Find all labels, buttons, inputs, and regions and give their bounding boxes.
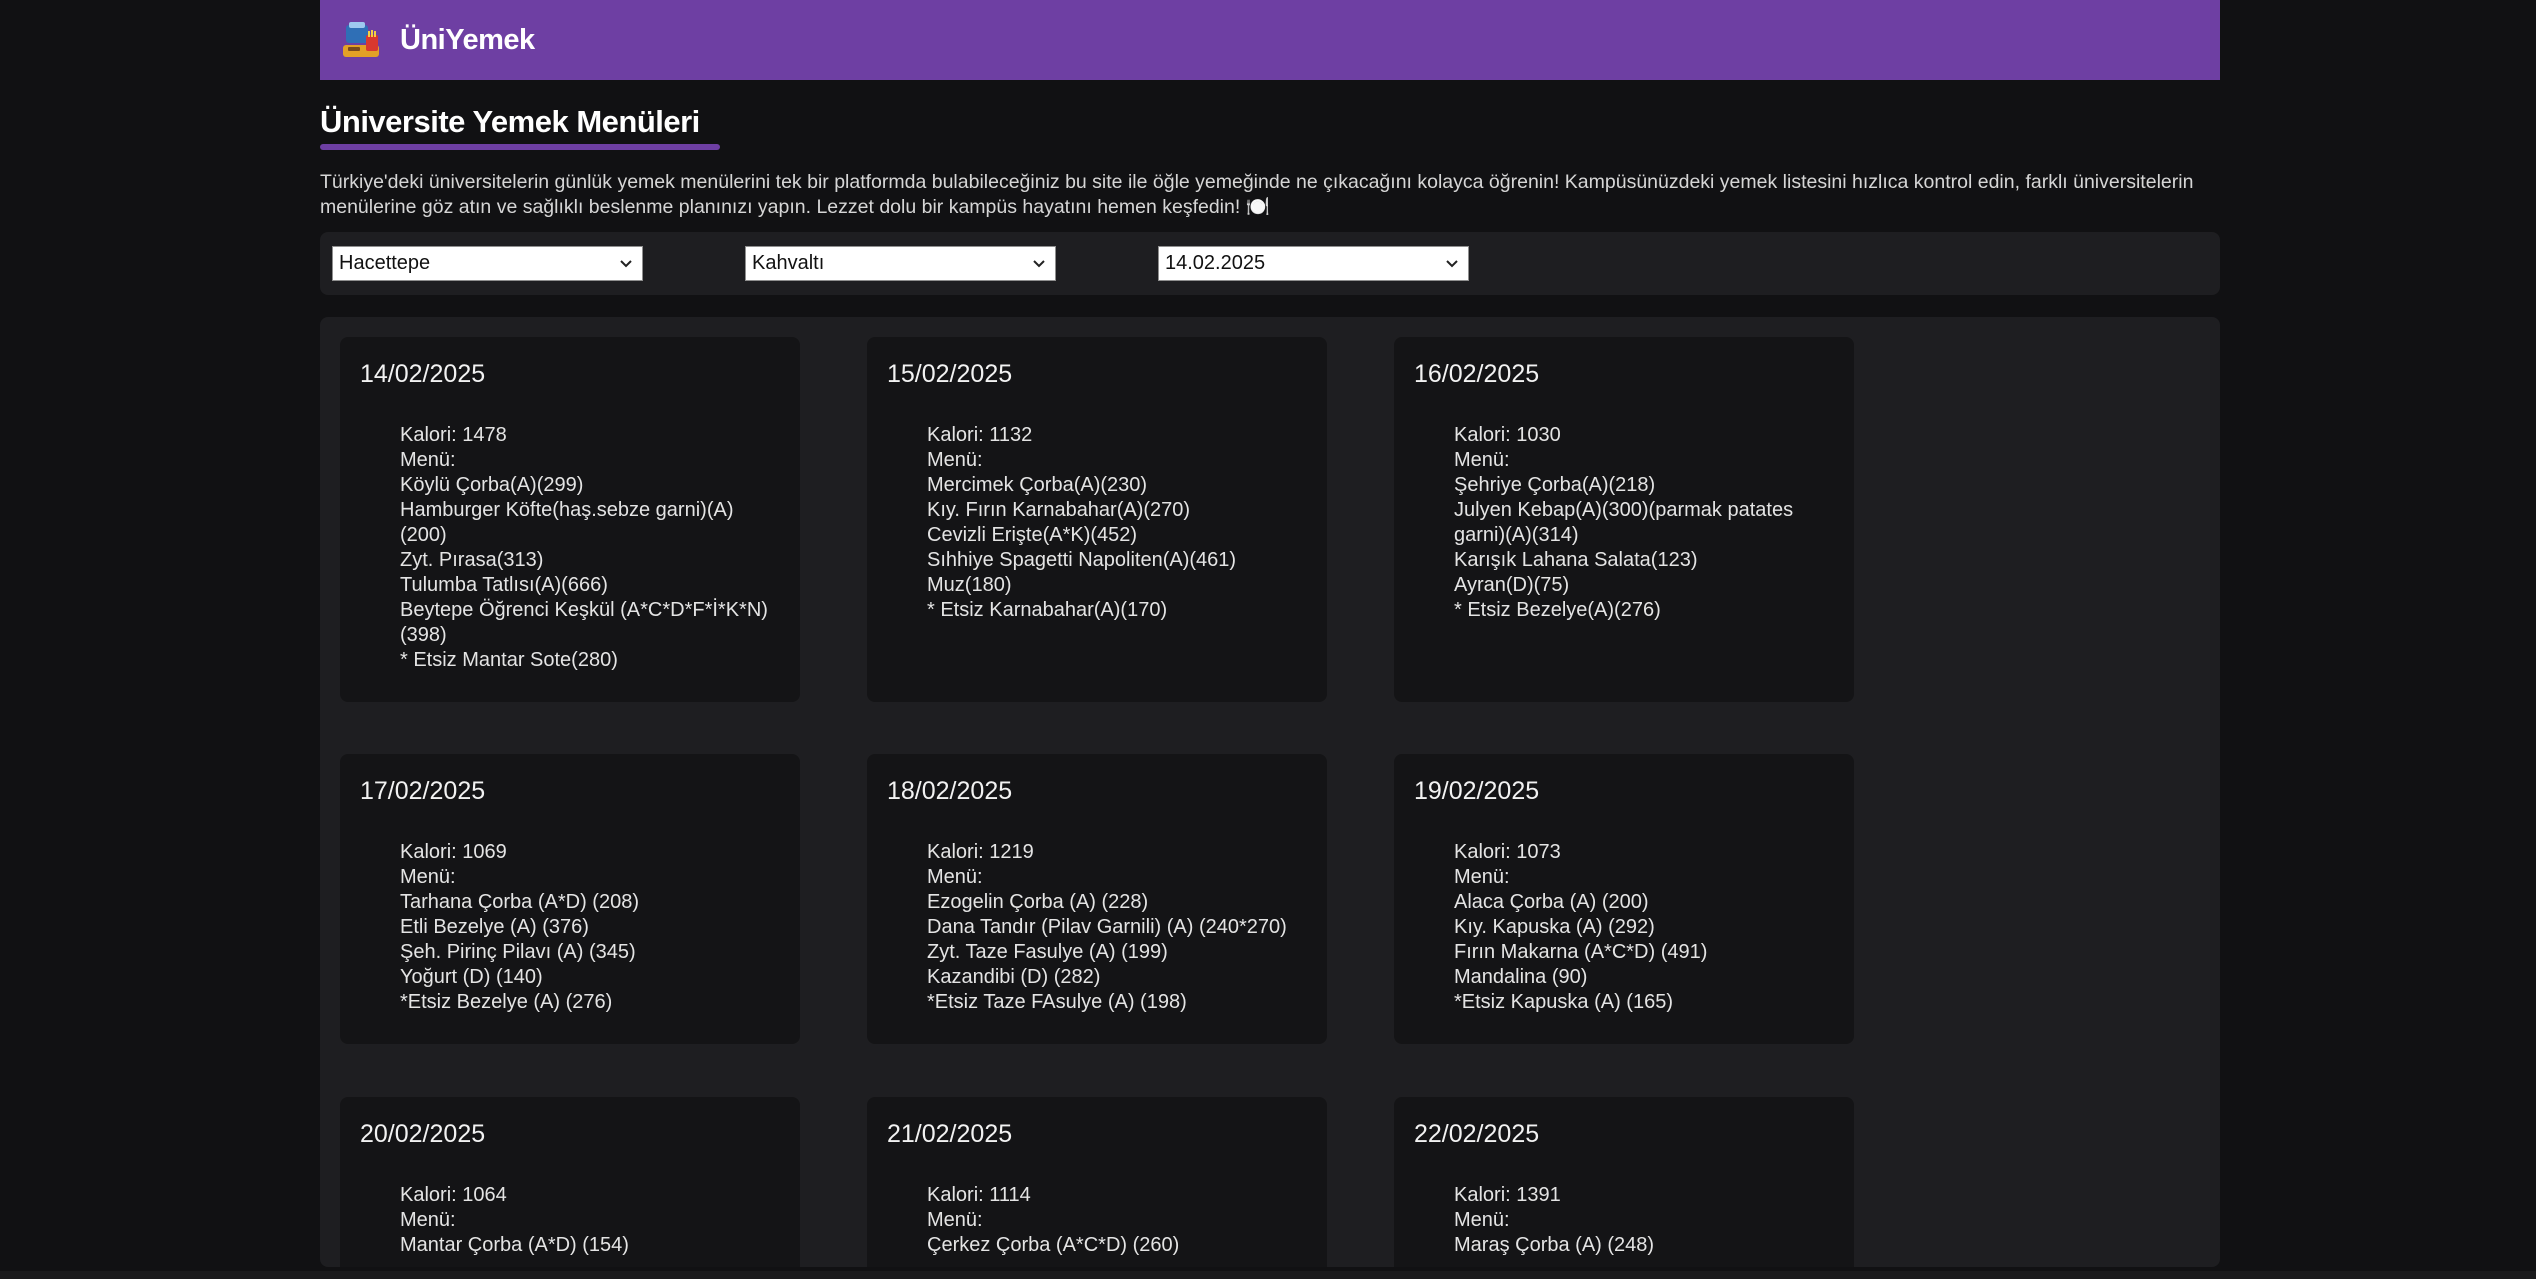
card-date: 21/02/2025	[887, 1120, 1013, 1149]
page-description: Türkiye'deki üniversitelerin günlük yeme…	[320, 171, 2194, 219]
menu-item: * Etsiz Mantar Sote(280)	[400, 649, 618, 672]
menu-card: 19/02/2025 Kalori: 1073 Menü: Alaca Çorb…	[1394, 754, 1854, 1045]
menu-item: Dana Tandır (Pilav Garnili) (A) (240*270…	[927, 916, 1287, 939]
card-calories: Kalori: 1064	[400, 1184, 507, 1207]
card-date: 14/02/2025	[360, 360, 486, 389]
bottom-edge	[0, 1271, 2536, 1279]
menu-item: *Etsiz Taze FAsulye (A) (198)	[927, 991, 1187, 1014]
university-select[interactable]: Hacettepe	[332, 246, 643, 282]
card-menu-label: Menü:	[1454, 449, 1510, 472]
menu-item: Kıy. Fırın Karnabahar(A)(270)	[927, 499, 1191, 522]
card-date: 17/02/2025	[360, 777, 486, 806]
menu-item: Ezogelin Çorba (A) (228)	[927, 891, 1149, 914]
card-body: Kalori: 1114 Menü: Çerkez Çorba (A*C*D) …	[927, 1183, 1307, 1258]
university-select-value: Hacettepe	[339, 252, 431, 275]
card-calories: Kalori: 1030	[1454, 424, 1561, 447]
card-menu-label: Menü:	[927, 1209, 983, 1232]
card-date: 16/02/2025	[1414, 360, 1540, 389]
date-select[interactable]: 14.02.2025	[1158, 246, 1469, 282]
card-body: Kalori: 1219 Menü: Ezogelin Çorba (A) (2…	[927, 840, 1307, 1015]
card-date: 19/02/2025	[1414, 777, 1540, 806]
chevron-down-icon	[1033, 260, 1045, 268]
menu-cards-panel: 14/02/2025 Kalori: 1478 Menü: Köylü Çorb…	[320, 317, 2220, 1268]
menu-item: Tulumba Tatlısı(A)(666)	[400, 574, 608, 597]
card-body: Kalori: 1132 Menü: Mercimek Çorba(A)(230…	[927, 423, 1307, 623]
menu-item: Ayran(D)(75)	[1454, 574, 1570, 597]
card-body: Kalori: 1073 Menü: Alaca Çorba (A) (200)…	[1454, 840, 1834, 1015]
menu-card: 15/02/2025 Kalori: 1132 Menü: Mercimek Ç…	[867, 337, 1327, 703]
menu-item: * Etsiz Bezelye(A)(276)	[1454, 599, 1661, 622]
card-body: Kalori: 1478 Menü: Köylü Çorba(A)(299) H…	[400, 423, 780, 673]
meal-select[interactable]: Kahvaltı	[745, 246, 1056, 282]
card-calories: Kalori: 1132	[927, 424, 1033, 447]
food-tray-icon[interactable]	[340, 19, 382, 61]
menu-item: Mandalina (90)	[1454, 966, 1588, 989]
menu-item: Köylü Çorba(A)(299)	[400, 474, 584, 497]
card-calories: Kalori: 1478	[400, 424, 507, 447]
menu-item: Hamburger Köfte(haş.sebze garni)(A)(200)	[400, 499, 734, 547]
card-menu-label: Menü:	[400, 866, 456, 889]
menu-item: * Etsiz Karnabahar(A)(170)	[927, 599, 1168, 622]
card-date: 20/02/2025	[360, 1120, 486, 1149]
card-body: Kalori: 1069 Menü: Tarhana Çorba (A*D) (…	[400, 840, 780, 1015]
menu-item: Maraş Çorba (A) (248)	[1454, 1234, 1655, 1257]
menu-item: Etli Bezelye (A) (376)	[400, 916, 589, 939]
menu-item: Sıhhiye Spagetti Napoliten(A)(461)	[927, 549, 1237, 572]
menu-item: Julyen Kebap(A)(300)(parmak patates garn…	[1454, 499, 1794, 547]
menu-card: 16/02/2025 Kalori: 1030 Menü: Şehriye Ço…	[1394, 337, 1854, 703]
menu-card: 17/02/2025 Kalori: 1069 Menü: Tarhana Ço…	[340, 754, 800, 1045]
menu-item: Beytepe Öğrenci Keşkül (A*C*D*F*İ*K*N) (…	[400, 599, 768, 647]
menu-item: Tarhana Çorba (A*D) (208)	[400, 891, 639, 914]
chevron-down-icon	[620, 260, 632, 268]
menu-item: *Etsiz Bezelye (A) (276)	[400, 991, 613, 1014]
menu-card: 14/02/2025 Kalori: 1478 Menü: Köylü Çorb…	[340, 337, 800, 703]
card-menu-label: Menü:	[400, 449, 456, 472]
menu-card: 21/02/2025 Kalori: 1114 Menü: Çerkez Çor…	[867, 1097, 1327, 1268]
card-calories: Kalori: 1069	[400, 841, 507, 864]
menu-item: Yoğurt (D) (140)	[400, 966, 543, 989]
menu-item: Alaca Çorba (A) (200)	[1454, 891, 1649, 914]
menu-item: Muz(180)	[927, 574, 1012, 597]
top-navbar: ÜniYemek	[320, 0, 2220, 80]
brand-name[interactable]: ÜniYemek	[400, 24, 535, 57]
filter-bar: Hacettepe Kahvaltı 14.02.2025	[320, 232, 2220, 296]
menu-card: 22/02/2025 Kalori: 1391 Menü: Maraş Çorb…	[1394, 1097, 1854, 1268]
menu-item: Kazandibi (D) (282)	[927, 966, 1101, 989]
card-menu-label: Menü:	[1454, 1209, 1510, 1232]
page-container: ÜniYemek Üniversite Yemek Menüleri Türki…	[320, 0, 2220, 1268]
card-body: Kalori: 1391 Menü: Maraş Çorba (A) (248)	[1454, 1183, 1834, 1258]
card-calories: Kalori: 1219	[927, 841, 1034, 864]
menu-item: Kıy. Kapuska (A) (292)	[1454, 916, 1655, 939]
date-select-value: 14.02.2025	[1165, 252, 1266, 275]
card-body: Kalori: 1030 Menü: Şehriye Çorba(A)(218)…	[1454, 423, 1834, 623]
card-date: 22/02/2025	[1414, 1120, 1540, 1149]
card-date: 15/02/2025	[887, 360, 1013, 389]
menu-item: Çerkez Çorba (A*C*D) (260)	[927, 1234, 1180, 1257]
title-underline	[320, 144, 720, 151]
card-menu-label: Menü:	[927, 449, 983, 472]
meal-select-value: Kahvaltı	[752, 252, 825, 275]
card-menu-label: Menü:	[927, 866, 983, 889]
page-title: Üniversite Yemek Menüleri	[320, 104, 700, 139]
menu-item: Mantar Çorba (A*D) (154)	[400, 1234, 629, 1257]
menu-item: Fırın Makarna (A*C*D) (491)	[1454, 941, 1708, 964]
card-calories: Kalori: 1391	[1454, 1184, 1561, 1207]
menu-item: Zyt. Taze Fasulye (A) (199)	[927, 941, 1168, 964]
menu-card: 18/02/2025 Kalori: 1219 Menü: Ezogelin Ç…	[867, 754, 1327, 1045]
chevron-down-icon	[1446, 260, 1458, 268]
menu-item: Şehriye Çorba(A)(218)	[1454, 474, 1656, 497]
card-date: 18/02/2025	[887, 777, 1013, 806]
menu-item: Cevizli Erişte(A*K)(452)	[927, 524, 1138, 547]
menu-card: 20/02/2025 Kalori: 1064 Menü: Mantar Çor…	[340, 1097, 800, 1268]
menu-item: Şeh. Pirinç Pilavı (A) (345)	[400, 941, 636, 964]
menu-item: Zyt. Pırasa(313)	[400, 549, 544, 572]
menu-item: Mercimek Çorba(A)(230)	[927, 474, 1148, 497]
card-body: Kalori: 1064 Menü: Mantar Çorba (A*D) (1…	[400, 1183, 780, 1258]
card-menu-label: Menü:	[1454, 866, 1510, 889]
menu-item: *Etsiz Kapuska (A) (165)	[1454, 991, 1673, 1014]
menu-item: Karışık Lahana Salata(123)	[1454, 549, 1698, 572]
card-calories: Kalori: 1073	[1454, 841, 1561, 864]
card-calories: Kalori: 1114	[927, 1184, 1031, 1207]
card-menu-label: Menü:	[400, 1209, 456, 1232]
